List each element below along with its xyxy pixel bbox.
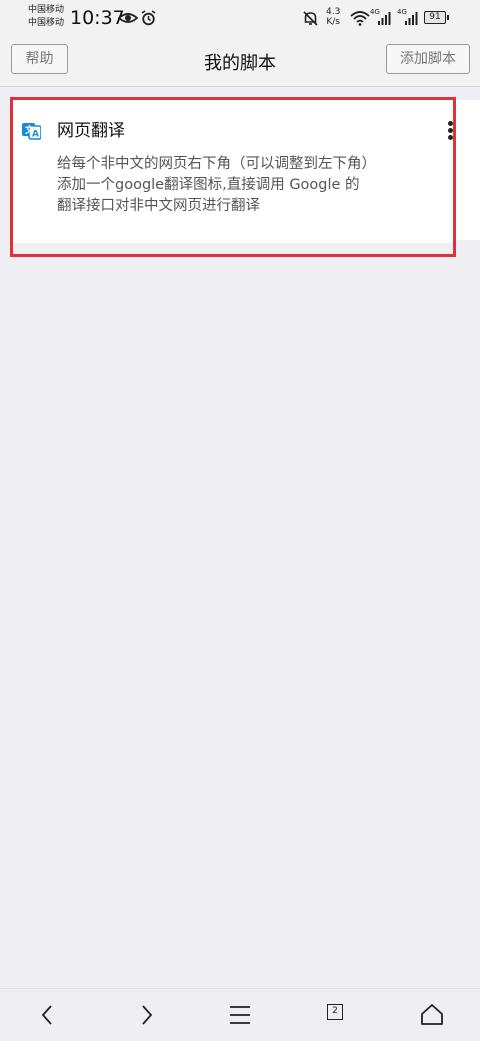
card-bottom-band [13, 243, 453, 254]
script-card[interactable]: 文 A 网页翻译 给每个非中文的网页右下角（可以调整到左下角） 添加一个goog… [10, 97, 456, 257]
eye-icon [118, 13, 138, 23]
alarm-icon [141, 10, 156, 26]
menu-icon[interactable] [226, 1001, 254, 1029]
script-description-line: 翻译接口对非中文网页进行翻译 [57, 198, 260, 214]
script-description-line: 添加一个google翻译图标,直接调用 Google 的 [57, 177, 360, 193]
carrier-label-2: 中国移动 [28, 18, 65, 28]
forward-icon[interactable] [132, 1001, 160, 1029]
signal-icon [378, 12, 391, 25]
net-speed-unit: K/s [326, 17, 340, 27]
home-icon[interactable] [418, 1001, 446, 1029]
app-header: 帮助 我的脚本 添加脚本 [0, 36, 480, 87]
script-description: 给每个非中文的网页右下角（可以调整到左下角） 添加一个google翻译图标,直接… [57, 154, 432, 217]
card-row-background [456, 100, 480, 240]
translate-icon: 文 A [22, 123, 41, 140]
add-script-button[interactable]: 添加脚本 [386, 44, 470, 74]
bottom-navbar [0, 988, 480, 1041]
battery-icon: 91 [424, 11, 446, 24]
carrier-label-1: 中国移动 [28, 5, 65, 15]
wifi-icon [350, 11, 370, 26]
tabs-icon[interactable]: 2 [327, 1004, 343, 1020]
more-options-icon[interactable] [443, 121, 457, 143]
mute-bell-icon [303, 11, 318, 26]
svg-text:A: A [32, 130, 39, 140]
script-description-line: 给每个非中文的网页右下角（可以调整到左下角） [57, 156, 376, 172]
signal-icon [405, 12, 418, 25]
net-speed: 4.3 K/s [326, 7, 340, 27]
back-icon[interactable] [34, 1001, 62, 1029]
battery-tip [447, 15, 449, 20]
script-title: 网页翻译 [57, 121, 125, 141]
clock: 10:37 [70, 7, 125, 29]
net-speed-value: 4.3 [326, 7, 341, 17]
status-bar: 中国移动 中国移动 10:37 4.3 K/s 4G 4G 91 [0, 0, 480, 36]
